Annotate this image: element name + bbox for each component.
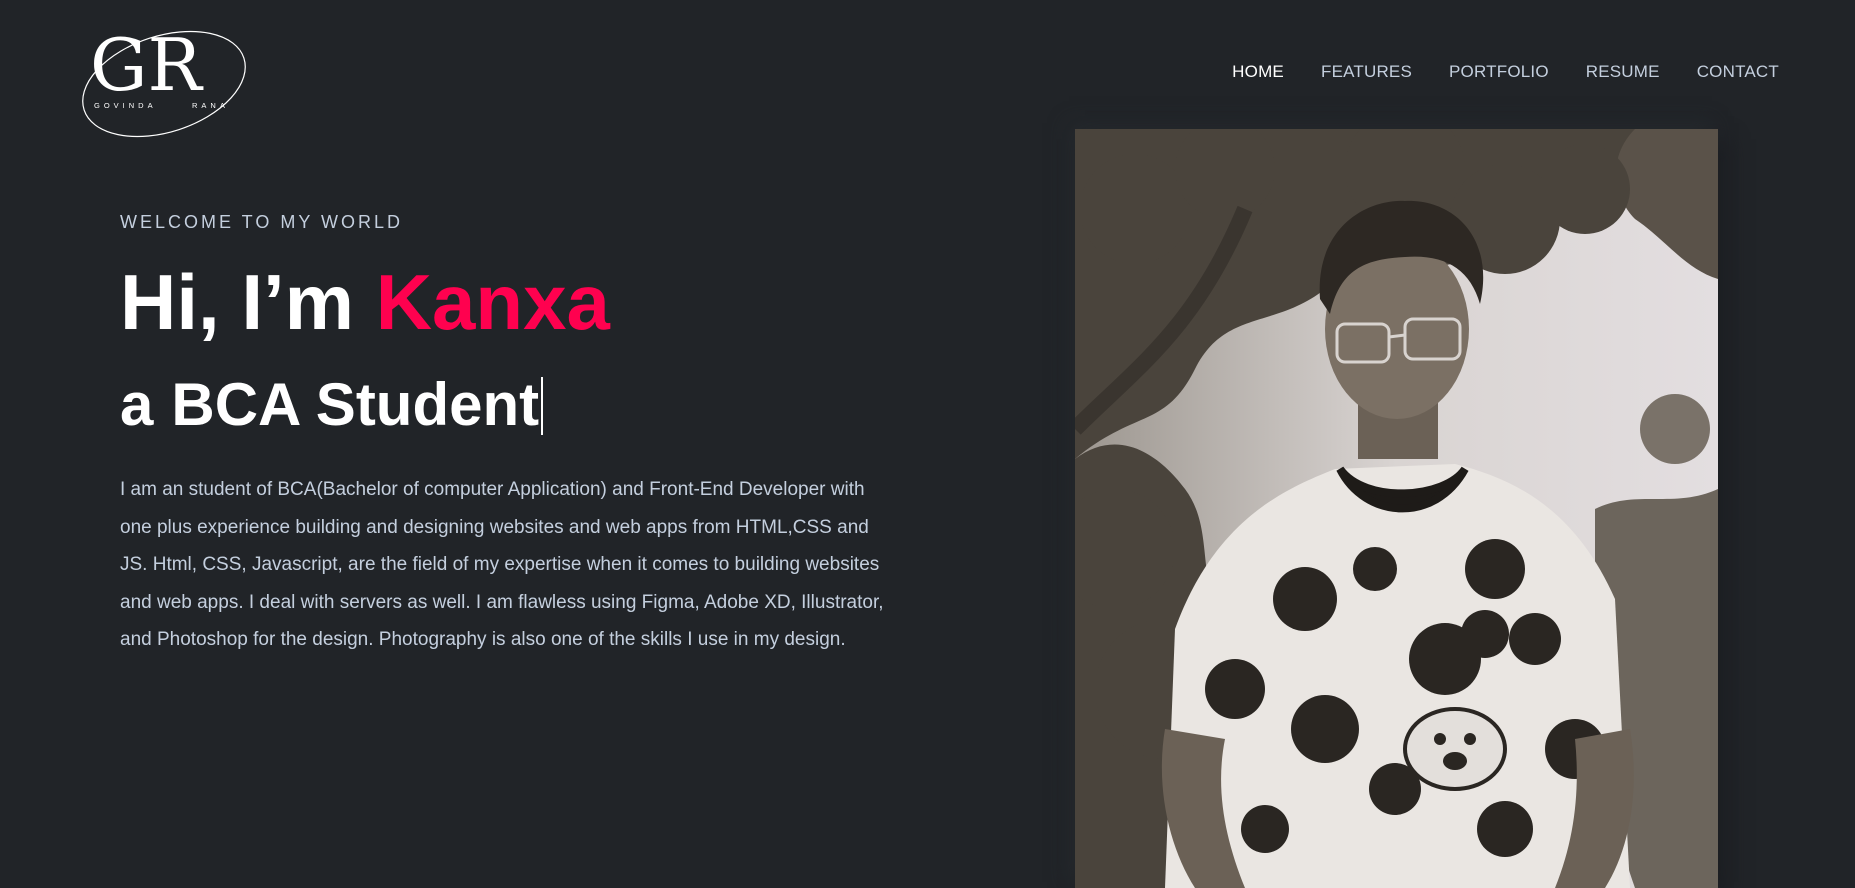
hero-role: a BCA Student bbox=[120, 375, 910, 435]
hero-name: Kanxa bbox=[375, 258, 610, 346]
page: GR GOVINDA RANA HOME FEATURES PORTFOLIO … bbox=[0, 0, 1855, 888]
logo-monogram: GR bbox=[90, 23, 204, 107]
greeting-text: Hi, I’m bbox=[120, 258, 376, 346]
site-logo[interactable]: GR GOVINDA RANA bbox=[76, 12, 250, 138]
logo-mark: GR GOVINDA RANA bbox=[82, 23, 246, 138]
hero-bio: I am an student of BCA(Bachelor of compu… bbox=[120, 479, 884, 651]
nav-features[interactable]: FEATURES bbox=[1321, 62, 1412, 82]
hero-section: WELCOME TO MY WORLD Hi, I’m Kanxa a BCA … bbox=[120, 212, 910, 659]
portrait-photo bbox=[1075, 129, 1718, 888]
hero-heading: Hi, I’m Kanxa bbox=[120, 263, 910, 341]
nav-portfolio[interactable]: PORTFOLIO bbox=[1449, 62, 1549, 82]
logo-last-name: RANA bbox=[192, 101, 229, 110]
role-prefix: a bbox=[120, 371, 154, 438]
main-nav: HOME FEATURES PORTFOLIO RESUME CONTACT bbox=[1195, 62, 1779, 82]
nav-home[interactable]: HOME bbox=[1232, 62, 1284, 82]
role-text: BCA Student bbox=[171, 371, 540, 438]
welcome-tagline: WELCOME TO MY WORLD bbox=[120, 212, 404, 232]
logo-first-name: GOVINDA bbox=[94, 101, 157, 110]
typing-cursor bbox=[541, 377, 544, 435]
portrait-illustration bbox=[1075, 129, 1718, 888]
nav-resume[interactable]: RESUME bbox=[1586, 62, 1660, 82]
nav-contact[interactable]: CONTACT bbox=[1697, 62, 1779, 82]
